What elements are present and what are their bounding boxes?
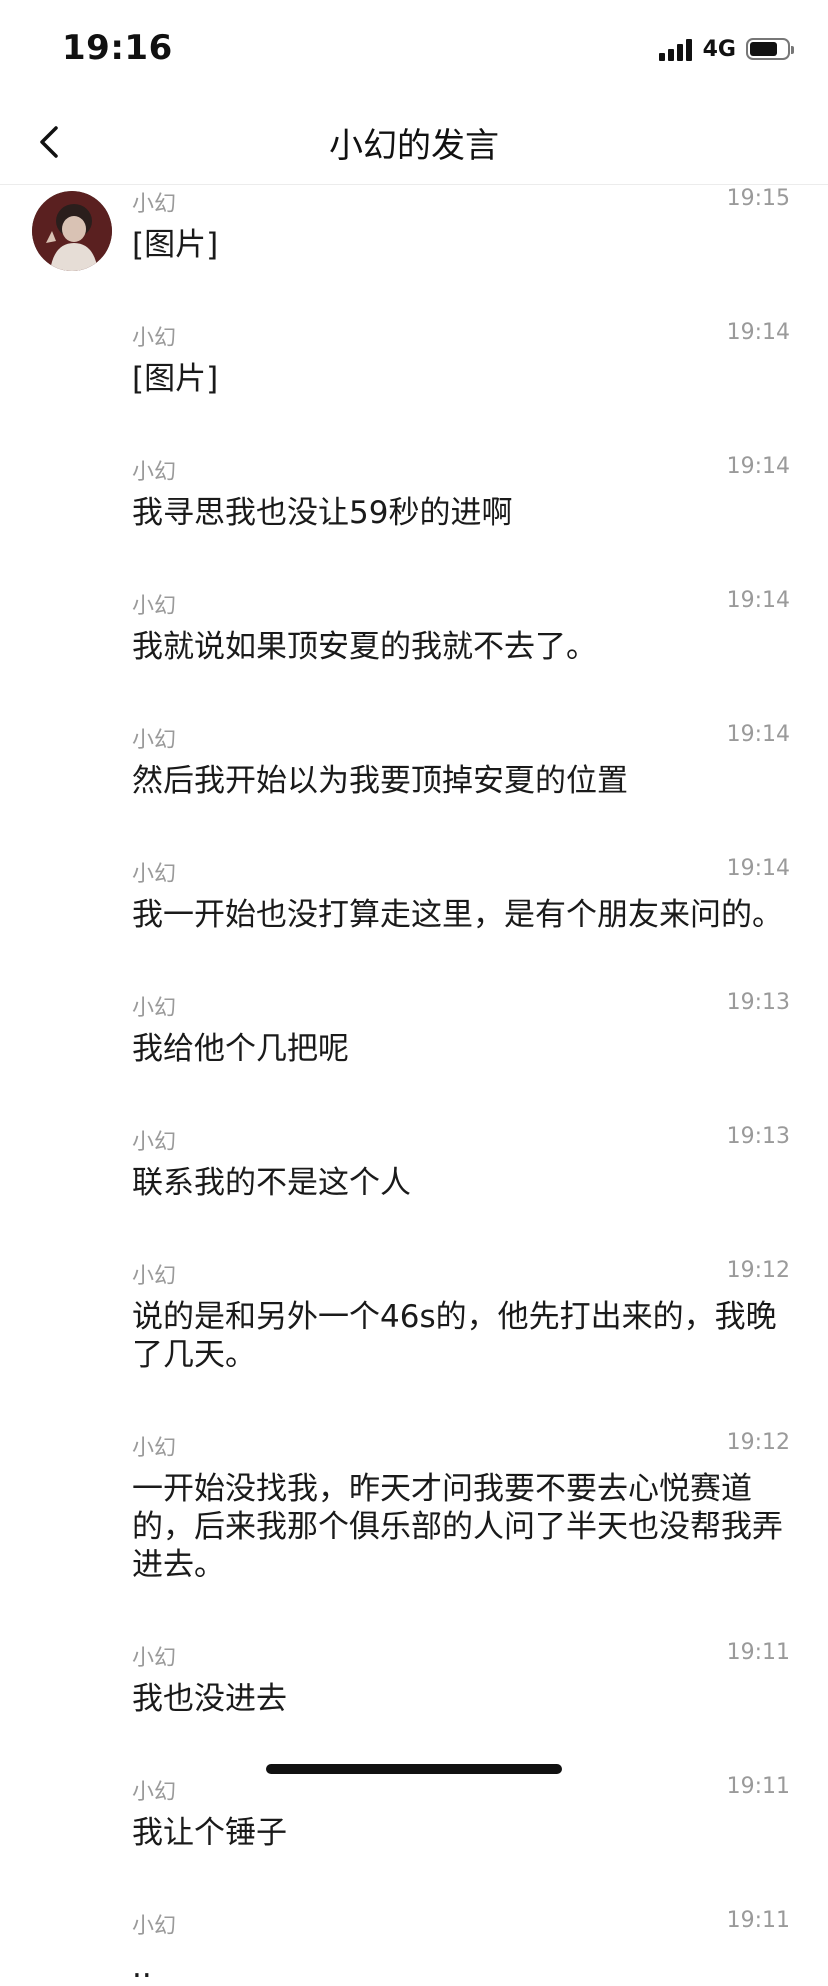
message-meta: 小幻 19:11 [132, 1774, 790, 1805]
message-sender: 小幻 [132, 1914, 177, 1939]
message-time: 19:12 [726, 1430, 790, 1455]
message-text: [图片] [132, 361, 219, 397]
message-text: 联系我的不是这个人 [132, 1165, 411, 1201]
message-sender: 小幻 [132, 862, 177, 887]
message-meta: 小幻 19:11 [132, 1908, 790, 1939]
status-time: 19:16 [62, 28, 173, 68]
message-meta: 小幻 19:12 [132, 1258, 790, 1289]
message-list: 小幻 19:15 [图片] 小幻 19:14 [图片] 小幻 19:14 我寻思我也没让59秒的… [0, 186, 828, 1986]
message-sender: 小幻 [132, 728, 177, 753]
message-sender: 小幻 [132, 996, 177, 1021]
message-sender: 小幻 [132, 594, 177, 619]
message-time: 19:14 [726, 454, 790, 479]
message-text: 我让个锤子 [132, 1815, 287, 1851]
battery-level [750, 42, 777, 56]
message-meta: 小幻 19:14 [132, 454, 790, 485]
message-text: [图片] [132, 227, 219, 263]
message-time: 19:11 [726, 1774, 790, 1799]
message-item[interactable]: 小幻 19:11.. [0, 1908, 828, 1986]
message-sender: 小幻 [132, 326, 177, 351]
message-item[interactable]: 小幻 19:13 联系我的不是这个人 [0, 1124, 828, 1202]
message-time: 19:15 [726, 186, 790, 211]
message-text: 一开始没找我，昨天才问我要不要去心悦赛道的，后来我那个俱乐部的人问了半天也没帮我… [132, 1471, 783, 1583]
message-text: 我给他个几把呢 [132, 1031, 349, 1067]
message-time: 19:13 [726, 990, 790, 1015]
message-item[interactable]: 小幻 19:12 一开始没找我，昨天才问我要不要去心悦赛道的，后来我那个俱乐部的人问… [0, 1430, 828, 1584]
message-time: 19:14 [726, 588, 790, 613]
network-type: 4G [702, 36, 736, 62]
message-time: 19:13 [726, 1124, 790, 1149]
message-sender: 小幻 [132, 1780, 177, 1805]
message-meta: 小幻 19:11 [132, 1640, 790, 1671]
page-title: 小幻的发言 [329, 126, 499, 166]
signal-icon [658, 37, 695, 61]
message-meta: 小幻 19:14 [132, 722, 790, 753]
message-item[interactable]: 小幻 19:11 我让个锤子 [0, 1774, 828, 1852]
message-meta: 小幻 19:14 [132, 856, 790, 887]
message-item[interactable]: 小幻 19:14 然后我开始以为我要顶掉安夏的位置 [0, 722, 828, 800]
message-item[interactable]: 小幻 19:12 说的是和另外一个46s的，他先打出来的，我晚了几天。 [0, 1258, 828, 1374]
message-meta: 小幻 19:13 [132, 1124, 790, 1155]
message-item[interactable]: 小幻 19:14 我一开始也没打算走这里，是有个朋友来问的。 [0, 856, 828, 934]
message-time: 19:12 [726, 1258, 790, 1283]
battery-cap [791, 46, 794, 54]
battery-icon [746, 38, 794, 60]
message-text: 然后我开始以为我要顶掉安夏的位置 [132, 763, 628, 799]
message-sender: 小幻 [132, 1130, 177, 1155]
message-text: .. [132, 1949, 152, 1985]
message-meta: 小幻 19:14 [132, 320, 790, 351]
message-sender: 小幻 [132, 460, 177, 485]
message-item[interactable]: 小幻 19:13 我给他个几把呢 [0, 990, 828, 1068]
message-item[interactable]: 小幻 19:14 我寻思我也没让59秒的进啊 [0, 454, 828, 532]
message-text: 说的是和另外一个46s的，他先打出来的，我晚了几天。 [132, 1299, 777, 1373]
message-meta: 小幻 19:13 [132, 990, 790, 1021]
message-text: 我就说如果顶安夏的我就不去了。 [132, 629, 597, 665]
message-sender: 小幻 [132, 1436, 177, 1461]
message-time: 19:14 [726, 722, 790, 747]
message-meta: 小幻 19:12 [132, 1430, 790, 1461]
message-time: 19:14 [726, 320, 790, 345]
message-sender: 小幻 [132, 1646, 177, 1671]
status-bar: 19:16 4G [0, 0, 828, 100]
message-time: 19:11 [726, 1908, 790, 1933]
navigation-bar: 小幻的发言 [0, 100, 828, 185]
message-meta: 小幻 19:14 [132, 588, 790, 619]
message-text: 我寻思我也没让59秒的进啊 [132, 495, 513, 531]
message-item[interactable]: 小幻 19:15 [图片] [0, 186, 828, 264]
message-item[interactable]: 小幻 19:14 我就说如果顶安夏的我就不去了。 [0, 588, 828, 666]
message-time: 19:11 [726, 1640, 790, 1665]
message-text: 我一开始也没打算走这里，是有个朋友来问的。 [132, 897, 783, 933]
message-meta: 小幻 19:15 [132, 186, 790, 217]
status-indicators: 4G [658, 34, 794, 64]
message-item[interactable]: 小幻 19:11 我也没进去 [0, 1640, 828, 1718]
message-item[interactable]: 小幻 19:14 [图片] [0, 320, 828, 398]
message-sender: 小幻 [132, 192, 177, 217]
home-indicator[interactable] [266, 1764, 562, 1774]
message-time: 19:14 [726, 856, 790, 881]
message-text: 我也没进去 [132, 1681, 287, 1717]
message-sender: 小幻 [132, 1264, 177, 1289]
